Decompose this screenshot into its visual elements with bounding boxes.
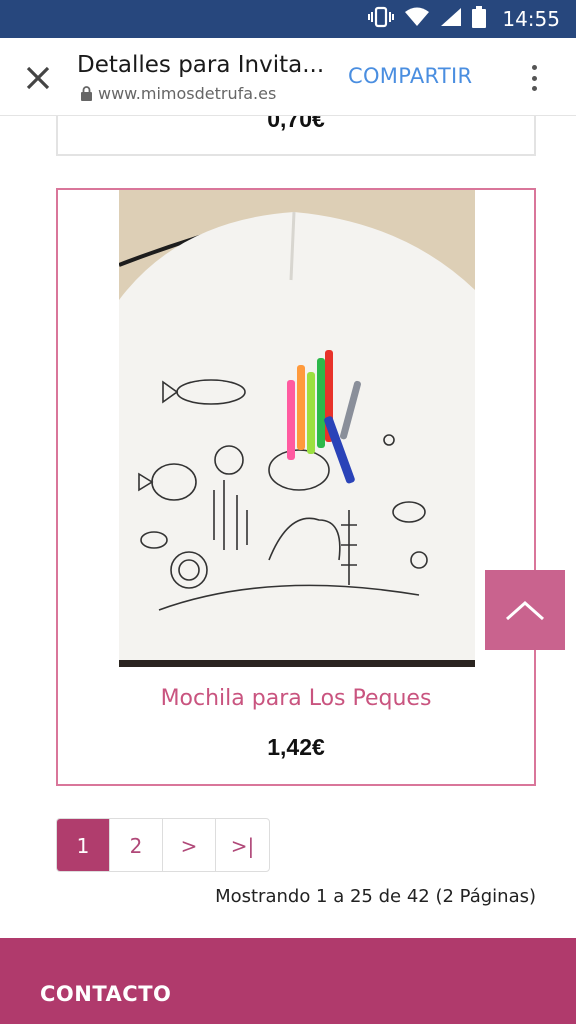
page-2-button[interactable]: 2 (110, 819, 163, 871)
status-bar: 14:55 (0, 0, 576, 38)
previous-product-price: 0,70€ (267, 116, 325, 132)
product-image[interactable] (119, 190, 475, 667)
status-icons: 14:55 (368, 5, 560, 33)
product-price: 1,42€ (267, 734, 325, 760)
wifi-icon (404, 7, 430, 32)
share-button[interactable]: COMPARTIR (348, 64, 472, 88)
page-1-button[interactable]: 1 (57, 819, 110, 871)
pagination: 1 2 > >| (56, 818, 270, 872)
dot-icon (531, 65, 537, 70)
url-bar[interactable]: www.mimosdetrufa.es (80, 84, 276, 103)
backpack-illustration (119, 190, 475, 667)
overflow-menu-button[interactable] (522, 62, 546, 94)
scroll-to-top-button[interactable] (485, 570, 565, 650)
close-button[interactable] (20, 60, 56, 96)
vibrate-icon (368, 6, 395, 33)
url-text: www.mimosdetrufa.es (98, 84, 277, 103)
product-name-link[interactable]: Mochila para Los Peques (58, 686, 534, 711)
footer: CONTACTO (0, 938, 576, 1024)
signal-icon (440, 7, 462, 32)
browser-toolbar: Detalles para Invita... www.mimosdetrufa… (0, 38, 576, 116)
dot-icon (531, 75, 537, 81)
footer-contact-heading[interactable]: CONTACTO (40, 982, 171, 1006)
chevron-up-icon (506, 600, 544, 621)
last-page-button[interactable]: >| (216, 819, 269, 871)
page-content: 0,70€ Mochila para Los Peques 1,42€ 1 2 … (0, 116, 576, 1024)
previous-product-card[interactable]: 0,70€ (56, 116, 536, 156)
next-page-button[interactable]: > (163, 819, 216, 871)
results-count: Mostrando 1 a 25 de 42 (2 Páginas) (215, 886, 536, 907)
battery-icon (472, 5, 487, 33)
tab-title: Detalles para Invita... (77, 52, 325, 78)
product-card[interactable]: Mochila para Los Peques 1,42€ (56, 188, 536, 786)
status-time: 14:55 (502, 7, 560, 31)
close-icon (26, 66, 50, 90)
dot-icon (531, 86, 537, 91)
lock-icon (81, 86, 92, 101)
